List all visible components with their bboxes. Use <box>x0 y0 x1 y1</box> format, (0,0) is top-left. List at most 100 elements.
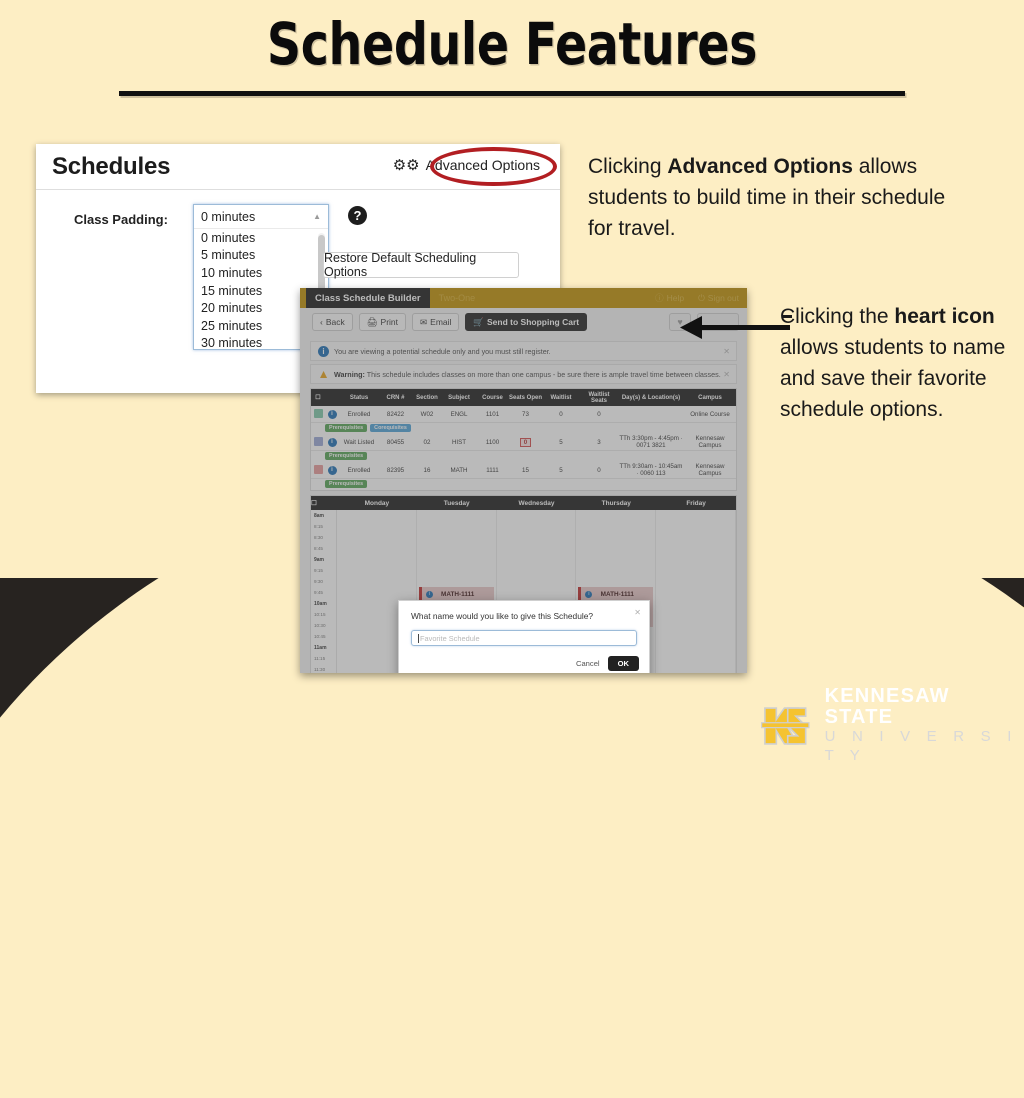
event-title: MATH-1111 <box>600 591 634 598</box>
close-icon[interactable]: ✕ <box>723 370 730 379</box>
header-status: Status <box>349 394 369 401</box>
alert-warning: ▲ Warning: This schedule includes classe… <box>310 364 737 384</box>
sign-out-link[interactable]: ⏻ Sign out <box>698 293 739 304</box>
header-subject: Subject <box>448 394 470 401</box>
callout-heart-after: allows students to name and save their f… <box>780 335 1006 421</box>
cart-icon: 🛒 <box>473 316 485 327</box>
close-icon[interactable]: ✕ <box>634 608 641 617</box>
power-icon: ⏻ <box>698 292 705 303</box>
badge-prerequisites[interactable]: Prerequisites <box>325 480 368 488</box>
cell-campus: Kennesaw Campus <box>695 463 725 477</box>
ksu-logo: KENNESAW STATE U N I V E R S I T Y <box>760 686 1024 766</box>
name-schedule-modal: What name would you like to give this Sc… <box>398 600 650 673</box>
cell-seats-open: 15 <box>522 466 529 474</box>
calendar-time-label: 10:45 <box>314 634 326 639</box>
calendar-time-label: 9am <box>314 556 325 563</box>
email-button[interactable]: ✉ Email <box>412 313 460 331</box>
calendar-corner-toggle[interactable]: ☐ <box>311 499 337 507</box>
row-badges: Prerequisites <box>311 451 736 462</box>
class-padding-label: Class Padding: <box>74 212 168 227</box>
calendar-time-label: 8:15 <box>314 524 323 529</box>
calendar-time-label: 10:15 <box>314 612 326 617</box>
help-link[interactable]: ⓘ Help <box>655 292 684 304</box>
cancel-button[interactable]: Cancel <box>576 659 600 668</box>
modal-title: What name would you like to give this Sc… <box>399 601 649 621</box>
cell-seats-open: 73 <box>522 410 529 418</box>
back-button[interactable]: ‹ Back <box>312 313 353 331</box>
cell-crn: 82395 <box>386 466 405 474</box>
ksu-wordmark: KENNESAW STATE U N I V E R S I T Y <box>825 686 1024 766</box>
header-campus: Campus <box>698 394 722 401</box>
calendar-time-label: 11:30 <box>314 667 326 672</box>
header-expand-toggle[interactable]: ☐ <box>311 394 325 401</box>
calendar-time-axis: 8am 8:15 8:30 8:45 9am 9:15 9:30 9:45 10… <box>311 510 337 673</box>
class-padding-selected-value[interactable]: 0 minutes ▲ <box>194 205 328 229</box>
callout-heart-bold: heart icon <box>894 305 995 328</box>
tab-class-schedule-builder[interactable]: Class Schedule Builder <box>306 288 430 308</box>
tab-secondary[interactable]: Two-One <box>430 288 485 308</box>
calendar-time-label: 9:30 <box>314 579 323 584</box>
row-badges: Prerequisites <box>311 479 736 490</box>
calendar-time-label: 11am <box>314 644 327 651</box>
page-title: Schedule Features <box>266 10 758 78</box>
restore-default-scheduling-options-button[interactable]: Restore Default Scheduling Options <box>323 251 519 279</box>
calendar-time-label: 10:30 <box>314 623 326 628</box>
row-color-flag <box>311 408 325 420</box>
cell-waitlist-seats: 0 <box>597 410 601 418</box>
email-label: Email <box>430 317 452 327</box>
heart-pointer-arrow <box>680 316 790 339</box>
schedule-name-input[interactable]: Favorite Schedule <box>411 630 637 646</box>
padding-option[interactable]: 0 minutes <box>194 229 328 247</box>
calendar-time-label: 9:45 <box>314 590 323 595</box>
alert-warning-label: Warning: <box>334 369 365 379</box>
ksu-name-line1: KENNESAW STATE <box>824 685 950 728</box>
table-row[interactable]: i Wait Listed 80455 02 HIST 1100 0 5 3 T… <box>311 434 736 451</box>
cell-campus: Kennesaw Campus <box>695 435 725 449</box>
advanced-options-button[interactable]: ⚙⚙ Advanced Options <box>387 154 546 176</box>
modal-title-text: What name would you like to give this Sc… <box>411 611 594 621</box>
builder-main: ‹ Back 🖨 Print ✉ Email 🛒 Send to Shoppin… <box>300 308 747 673</box>
row-info-icon[interactable]: i <box>325 409 339 419</box>
calendar-time-label: 8am <box>314 512 325 519</box>
close-icon[interactable]: ✕ <box>723 347 730 356</box>
row-info-icon[interactable]: i <box>325 465 339 475</box>
schedules-heading: Schedules <box>52 152 171 180</box>
cell-status: Enrolled <box>347 410 371 418</box>
header-seats-open: Seats Open <box>509 394 543 401</box>
chevron-up-icon: ▲ <box>313 212 321 221</box>
calendar-time-label: 8:45 <box>314 546 323 551</box>
padding-option[interactable]: 5 minutes <box>194 247 328 265</box>
schedules-topbar: Schedules ⚙⚙ Advanced Options <box>36 144 560 190</box>
print-button[interactable]: 🖨 Print <box>358 313 407 331</box>
cell-crn: 82422 <box>386 410 405 418</box>
header-course: Course <box>482 394 503 401</box>
question-icon: ⓘ <box>655 293 664 303</box>
table-row[interactable]: i Enrolled 82395 16 MATH 1111 15 5 0 TTh… <box>311 462 736 479</box>
event-title: MATH-1111 <box>441 591 475 598</box>
ok-button[interactable]: OK <box>607 656 639 671</box>
row-info-icon[interactable]: i <box>325 437 339 447</box>
help-link-label: Help <box>666 293 685 303</box>
class-schedule-builder-screenshot: Class Schedule Builder Two-One ⓘ Help ⏻ … <box>300 288 747 673</box>
calendar-header: ☐ Monday Tuesday Wednesday Thursday Frid… <box>311 496 736 510</box>
builder-topbar: Class Schedule Builder Two-One ⓘ Help ⏻ … <box>300 288 747 308</box>
back-label: Back <box>325 317 345 327</box>
cell-section: 16 <box>423 466 431 474</box>
badge-prerequisites[interactable]: Prerequisites <box>325 424 368 432</box>
padding-option[interactable]: 10 minutes <box>194 264 328 282</box>
callout-heart-before: Clicking the <box>780 305 895 328</box>
gear-icon: ⚙⚙ <box>392 156 420 174</box>
help-icon[interactable]: ? <box>348 206 367 225</box>
send-to-shopping-cart-button[interactable]: 🛒 Send to Shopping Cart <box>465 313 588 331</box>
cell-status: Wait Listed <box>343 438 375 446</box>
badge-corequisites[interactable]: Corequisites <box>370 424 411 432</box>
builder-topbar-links: ⓘ Help ⏻ Sign out <box>655 288 739 308</box>
callout-heart-icon: Clicking the heart icon allows students … <box>780 302 1014 425</box>
modal-actions: Cancel OK <box>576 656 639 671</box>
cell-subject: MATH <box>450 466 468 474</box>
cell-campus: Online Course <box>690 410 730 418</box>
title-underline <box>119 90 905 96</box>
sign-out-label: Sign out <box>707 293 739 303</box>
table-row[interactable]: i Enrolled 82422 W02 ENGL 1101 73 0 0 On… <box>311 406 736 423</box>
badge-prerequisites[interactable]: Prerequisites <box>325 452 368 460</box>
